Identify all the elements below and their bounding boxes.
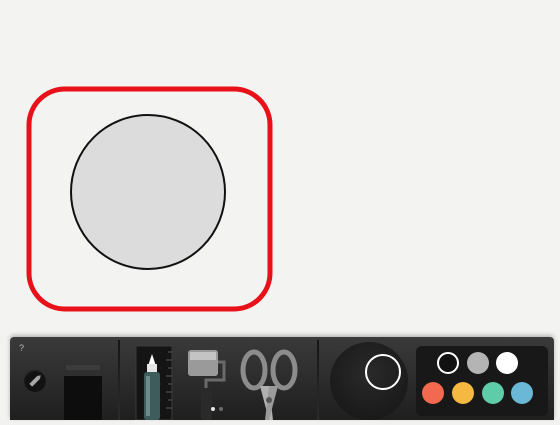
- swatch-black-selected[interactable]: [437, 352, 459, 374]
- swatch-gray[interactable]: [467, 352, 489, 374]
- color-palette: [416, 346, 548, 416]
- brush-size-ring[interactable]: [365, 354, 401, 390]
- edit-tools-button[interactable]: [24, 370, 46, 392]
- page-dot-active[interactable]: [211, 407, 215, 411]
- toolbar-divider: [317, 340, 319, 420]
- eraser-icon: [64, 364, 102, 420]
- drawing-layer: [26, 86, 273, 312]
- page-dot[interactable]: [219, 407, 223, 411]
- tool-page-indicator[interactable]: [209, 407, 229, 413]
- toolbar-divider: [118, 340, 120, 420]
- drawn-circle[interactable]: [70, 114, 226, 270]
- swatch-blue[interactable]: [511, 382, 533, 404]
- help-button[interactable]: ?: [19, 343, 24, 353]
- swatch-green[interactable]: [482, 382, 504, 404]
- scissors-icon: [240, 349, 298, 420]
- eraser-tool[interactable]: [62, 360, 104, 420]
- swatch-yellow[interactable]: [452, 382, 474, 404]
- swatch-coral[interactable]: [422, 382, 444, 404]
- swatch-white[interactable]: [496, 352, 518, 374]
- pencil-icon: [29, 375, 41, 387]
